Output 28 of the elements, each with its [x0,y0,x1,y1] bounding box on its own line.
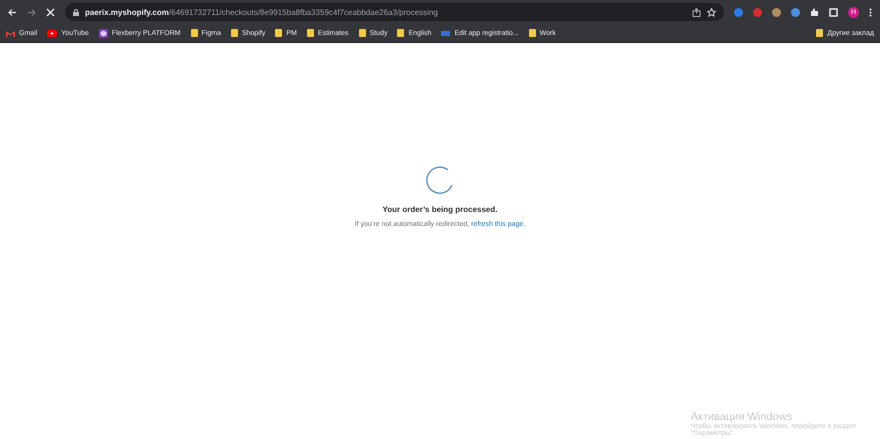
lock-icon [73,8,79,16]
folder-icon [275,29,282,37]
status-heading: Your order’s being processed. [382,204,498,214]
folder-icon [190,29,198,37]
spinner-icon [425,164,455,194]
window-icon[interactable] [829,8,838,16]
extension-icon[interactable] [772,8,781,16]
folder-icon [358,29,366,37]
url-path: /64691732711/checkouts/8e9915ba8fba3359c4f7ceabbdae26a3/processing [168,8,438,16]
play-icon [47,30,58,36]
back-icon[interactable] [8,8,17,16]
folder-icon [816,29,824,37]
cube-icon [98,28,108,38]
extension-icon[interactable] [791,8,800,16]
forward-icon[interactable] [27,8,36,16]
folder-icon [397,29,404,37]
folder-icon [306,29,314,37]
folder-icon [528,29,536,37]
folder-icon [230,29,238,37]
url-host: paerix.myshopify.com [85,8,169,16]
extension-icon[interactable] [734,8,743,16]
star-icon[interactable] [707,8,716,16]
menu-icon[interactable] [869,8,872,16]
extension-icon[interactable] [753,8,762,16]
share-icon[interactable] [692,8,701,16]
mail-icon [6,30,15,36]
address-bar[interactable]: paerix.myshopify.com/64691732711/checkouts/8e9915ba8fba3359c4f7ceabbdae26a3/processing [65,3,724,21]
close-icon[interactable] [46,8,55,16]
